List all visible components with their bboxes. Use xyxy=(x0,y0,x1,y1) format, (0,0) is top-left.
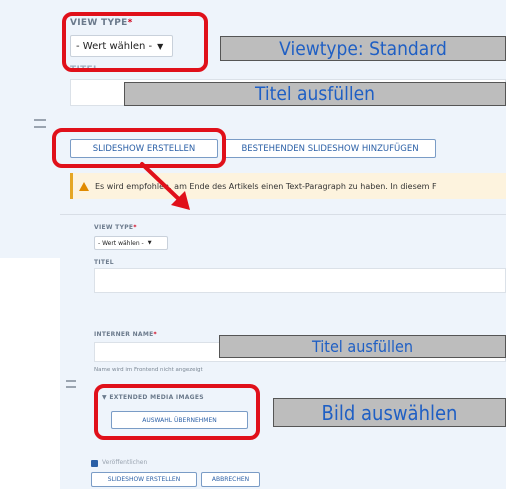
drag-handle-icon[interactable] xyxy=(66,380,76,388)
view-type-select-2[interactable]: - Wert wählen - ▼ xyxy=(94,236,168,250)
view-type-value-2: - Wert wählen - xyxy=(98,239,144,247)
warning-icon xyxy=(79,181,89,191)
cancel-button[interactable]: ABBRECHEN xyxy=(201,472,260,487)
drag-handle-icon[interactable] xyxy=(34,119,46,128)
annotation-choose-image: Bild auswählen xyxy=(273,398,506,427)
add-existing-slideshow-button[interactable]: BESTEHENDEN SLIDESHOW HINZUFÜGEN xyxy=(224,139,436,158)
internal-name-help: Name wird im Frontend nicht angezeigt xyxy=(94,367,203,373)
create-slideshow-button-2[interactable]: SLIDESHOW ERSTELLEN xyxy=(91,472,197,487)
arrow-icon xyxy=(140,162,190,210)
callout-view-type xyxy=(62,12,208,72)
publish-checkbox[interactable] xyxy=(91,460,98,467)
annotation-title-fill: Titel ausfüllen xyxy=(124,82,506,106)
publish-label: Veröffentlichen xyxy=(102,459,148,466)
title-label-2: TITEL xyxy=(94,259,114,266)
caret-down-icon: ▼ xyxy=(147,240,152,246)
view-type-label-2: VIEW TYPE* xyxy=(94,224,137,231)
title-input-2[interactable] xyxy=(94,268,506,293)
internal-name-label: INTERNER NAME* xyxy=(94,331,157,338)
annotation-viewtype: Viewtype: Standard xyxy=(220,36,506,61)
callout-apply-selection xyxy=(94,384,260,440)
annotation-title-fill-2: Titel ausfüllen xyxy=(219,335,506,358)
warning-message: Es wird empfohlen, am Ende des Artikels … xyxy=(70,173,506,199)
